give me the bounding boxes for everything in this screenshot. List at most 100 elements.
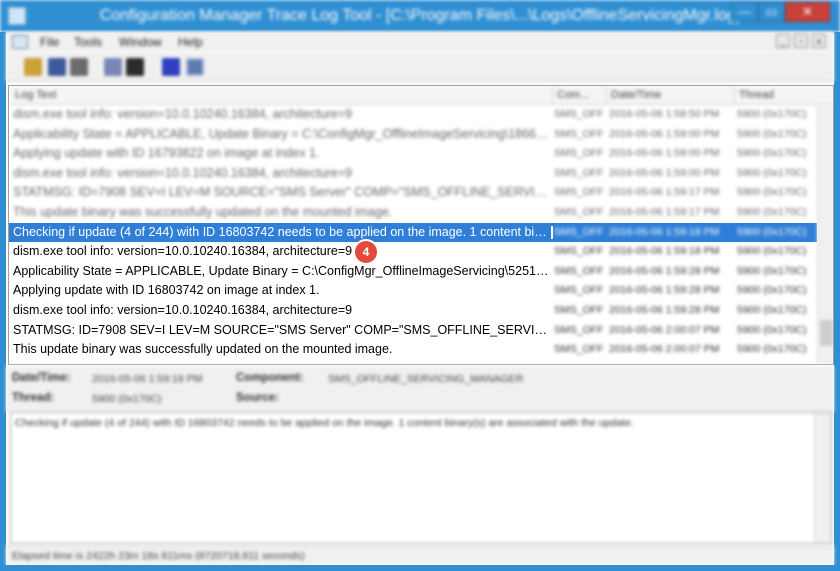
row-thread: 5900 (0x170C): [737, 245, 807, 258]
table-row[interactable]: Applying update with ID 16793822 on imag…: [9, 144, 817, 164]
window-frame-bottom: [0, 565, 840, 571]
row-component: SMS_OFF: [554, 205, 604, 218]
print-icon[interactable]: [70, 58, 88, 76]
row-component: SMS_OFF: [554, 284, 604, 297]
message-text: Checking if update (4 of 244) with ID 16…: [15, 417, 634, 429]
mdi-restore-button[interactable]: ▫: [794, 34, 808, 48]
elapsed-time-text: Elapsed time is 2422h 23m 18s 811ms (872…: [12, 550, 305, 562]
toolbar: [6, 52, 834, 82]
column-divider[interactable]: [606, 86, 607, 105]
menu-help[interactable]: Help: [178, 35, 203, 49]
row-component: SMS_OFF: [554, 186, 604, 199]
row-component: SMS_OFF: [554, 323, 604, 336]
row-thread: 5900 (0x170C): [737, 303, 807, 316]
row-log-text: dism.exe tool info: version=10.0.10240.1…: [13, 107, 353, 121]
row-log-text: Applying update with ID 16793822 on imag…: [13, 146, 320, 161]
menu-file[interactable]: File: [40, 35, 59, 49]
table-row[interactable]: dism.exe tool info: version=10.0.10240.1…: [9, 301, 817, 321]
close-button[interactable]: ✕: [785, 2, 830, 22]
row-log-text: dism.exe tool info: version=10.0.10240.1…: [13, 302, 353, 317]
column-component[interactable]: Com...: [557, 89, 589, 101]
mdi-close-button[interactable]: x: [812, 34, 826, 48]
datetime-value: 2016-05-06 1:59:18 PM: [92, 373, 203, 385]
row-datetime: 2016-05-06 1:59:28 PM: [609, 303, 720, 316]
row-datetime: 2016-05-06 1:59:18 PM: [609, 225, 720, 238]
table-row[interactable]: dism.exe tool info: version=10.0.10240.1…: [9, 164, 817, 184]
row-thread: 5900 (0x170C): [737, 284, 807, 297]
window-title: Configuration Manager Trace Log Tool - […: [99, 7, 741, 24]
source-label: Source:: [236, 392, 279, 404]
window-frame-left: [0, 32, 6, 571]
status-bar: Elapsed time is 2422h 23m 18s 811ms (872…: [6, 545, 834, 565]
row-log-text: Applying update with ID 16803742 on imag…: [13, 283, 320, 298]
table-row[interactable]: This update binary was successfully upda…: [9, 203, 817, 223]
minimize-button[interactable]: —: [731, 2, 758, 22]
thread-value: 5900 (0x170C): [92, 393, 162, 405]
column-log-text[interactable]: Log Text: [15, 89, 56, 101]
print-preview-icon[interactable]: [48, 58, 66, 76]
row-datetime: 2016-05-06 1:59:18 PM: [609, 245, 720, 258]
maximize-button[interactable]: ▭: [758, 2, 785, 22]
row-datetime: 2016-05-06 1:59:17 PM: [609, 186, 720, 199]
row-log-text: This update binary was successfully upda…: [13, 204, 393, 219]
table-row[interactable]: Applicability State = APPLICABLE, Update…: [9, 262, 817, 282]
row-thread: 5900 (0x170C): [737, 205, 807, 218]
column-divider[interactable]: [552, 86, 553, 105]
row-datetime: 2016-05-06 2:00:07 PM: [609, 343, 720, 356]
menu-tools[interactable]: Tools: [74, 35, 102, 49]
component-label: Component:: [236, 372, 304, 384]
component-value: SMS_OFFLINE_SERVICING_MANAGER: [328, 373, 524, 385]
row-thread: 5900 (0x170C): [737, 108, 807, 120]
row-datetime: 2016-05-06 1:59:00 PM: [609, 166, 720, 179]
table-row[interactable]: dism.exe tool info: version=10.0.10240.1…: [9, 105, 817, 125]
row-component: SMS_OFF: [554, 108, 604, 120]
row-thread: 5900 (0x170C): [737, 225, 807, 238]
row-component: SMS_OFF: [554, 303, 604, 316]
document-icon[interactable]: [12, 35, 28, 49]
row-thread: 5900 (0x170C): [737, 323, 807, 336]
table-row[interactable]: Applying update with ID 16803742 on imag…: [9, 281, 817, 301]
row-log-text: STATMSG: ID=7908 SEV=I LEV=M SOURCE="SMS…: [13, 185, 551, 200]
log-list-scrollbar[interactable]: [817, 105, 833, 364]
table-row[interactable]: STATMSG: ID=7908 SEV=I LEV=M SOURCE="SMS…: [9, 183, 817, 203]
callout-badge: 4: [355, 241, 377, 263]
row-datetime: 2016-05-06 1:59:28 PM: [609, 264, 720, 277]
row-datetime: 2016-05-06 1:59:00 PM: [609, 127, 720, 140]
highlight-icon[interactable]: [186, 58, 204, 76]
row-log-text: STATMSG: ID=7908 SEV=I LEV=M SOURCE="SMS…: [13, 322, 551, 337]
row-datetime: 2016-05-06 1:59:28 PM: [609, 284, 720, 297]
title-bar[interactable]: Configuration Manager Trace Log Tool - […: [0, 0, 840, 32]
row-datetime: 2016-05-06 1:59:00 PM: [609, 147, 720, 160]
row-component: SMS_OFF: [554, 264, 604, 277]
message-pane[interactable]: Checking if update (4 of 244) with ID 16…: [10, 412, 832, 544]
log-list[interactable]: Log Text Com... Date/Time Thread dism.ex…: [8, 85, 834, 365]
row-thread: 5900 (0x170C): [737, 127, 807, 140]
details-pane: Date/Time: 2016-05-06 1:59:18 PM Compone…: [6, 366, 834, 412]
find-icon[interactable]: [126, 58, 144, 76]
table-row[interactable]: This update binary was successfully upda…: [9, 340, 817, 360]
copy-icon[interactable]: [104, 58, 122, 76]
open-icon[interactable]: [24, 58, 42, 76]
row-log-text: Applicability State = APPLICABLE, Update…: [13, 126, 551, 141]
window-frame-right: [834, 32, 840, 571]
row-datetime: 2016-05-06 1:58:50 PM: [609, 108, 720, 120]
mdi-minimize-button[interactable]: _: [776, 34, 790, 48]
scrollbar-thumb[interactable]: [820, 320, 833, 346]
message-scrollbar[interactable]: [814, 413, 831, 543]
column-thread[interactable]: Thread: [739, 89, 774, 101]
table-row[interactable]: Applicability State = APPLICABLE, Update…: [9, 125, 817, 145]
row-component: SMS_OFF: [554, 225, 604, 238]
table-row[interactable]: STATMSG: ID=7908 SEV=I LEV=M SOURCE="SMS…: [9, 321, 817, 341]
table-row[interactable]: dism.exe tool info: version=10.0.10240.1…: [9, 242, 817, 262]
row-log-text: This update binary was successfully upda…: [13, 342, 393, 357]
row-thread: 5900 (0x170C): [737, 147, 807, 160]
row-component: SMS_OFF: [554, 147, 604, 160]
menu-bar: File Tools Window Help _ ▫ x: [6, 32, 834, 52]
row-log-text: Applicability State = APPLICABLE, Update…: [13, 263, 551, 278]
table-row-selected[interactable]: Checking if update (4 of 244) with ID 16…: [9, 222, 817, 243]
pause-icon[interactable]: [162, 58, 180, 76]
menu-window[interactable]: Window: [119, 35, 162, 49]
column-divider[interactable]: [734, 86, 735, 105]
column-datetime[interactable]: Date/Time: [611, 89, 661, 101]
row-component: SMS_OFF: [554, 245, 604, 258]
